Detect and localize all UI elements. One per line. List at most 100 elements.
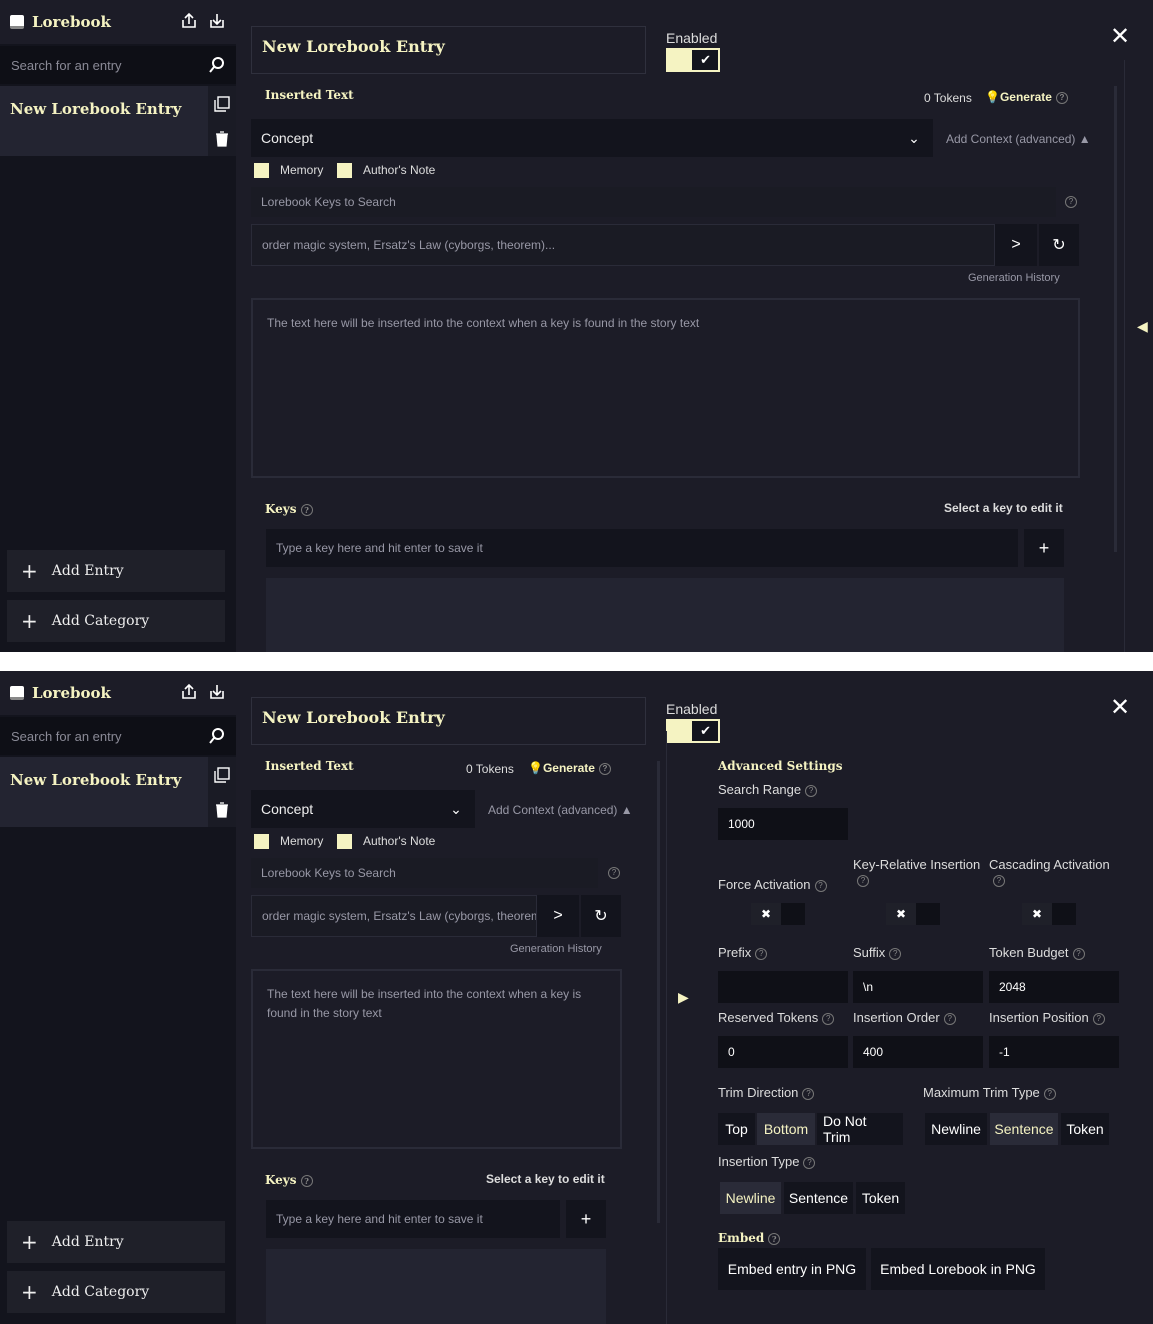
search-placeholder: Search for an entry: [11, 728, 122, 744]
force-activation-toggle[interactable]: ✖: [751, 903, 805, 925]
search-icon[interactable]: [208, 727, 226, 745]
entry-text-area[interactable]: The text here will be inserted into the …: [251, 969, 622, 1149]
token-count: 0 Tokens: [924, 91, 972, 105]
max-trim-token-option[interactable]: Token: [1061, 1113, 1109, 1145]
trim-bottom-option[interactable]: Bottom: [757, 1113, 815, 1145]
help-icon: ?: [993, 874, 1005, 887]
export-icon[interactable]: [180, 683, 198, 701]
key-relative-toggle[interactable]: ✖: [886, 903, 940, 925]
scrollbar[interactable]: [1114, 86, 1117, 552]
add-category-button[interactable]: + Add Category: [7, 600, 225, 642]
refresh-icon[interactable]: ↻: [581, 895, 621, 937]
generate-button[interactable]: 💡Generate?: [985, 90, 1068, 104]
key-input[interactable]: Type a key here and hit enter to save it: [266, 529, 1018, 567]
x-icon: ✖: [1022, 903, 1052, 925]
add-key-button[interactable]: +: [1024, 529, 1064, 567]
max-trim-sentence-option[interactable]: Sentence: [990, 1113, 1058, 1145]
add-entry-label: Add Entry: [51, 1234, 124, 1250]
add-category-label: Add Category: [51, 613, 150, 629]
force-activation-label: Force Activation?: [718, 877, 827, 892]
entry-text-area[interactable]: The text here will be inserted into the …: [251, 298, 1080, 478]
enabled-toggle[interactable]: ✔: [666, 48, 720, 72]
check-icon: ✔: [700, 52, 711, 67]
embed-entry-button[interactable]: Embed entry in PNG: [718, 1248, 866, 1290]
help-icon: ?: [300, 1174, 313, 1187]
send-icon[interactable]: >: [995, 224, 1037, 266]
keys-label-text: Keys: [265, 502, 297, 516]
generate-button[interactable]: 💡Generate?: [528, 761, 611, 775]
keys-prompt-input[interactable]: order magic system, Ersatz's Law (cyborg…: [251, 895, 537, 937]
entry-title-input[interactable]: New Lorebook Entry: [251, 697, 646, 745]
memory-checkbox[interactable]: [254, 834, 269, 849]
embed-text: Embed: [718, 1231, 765, 1245]
token-budget-input[interactable]: 2048: [989, 971, 1119, 1003]
suffix-input[interactable]: \n: [853, 971, 983, 1003]
close-icon[interactable]: ✕: [1110, 693, 1130, 722]
insertion-sentence-option[interactable]: Sentence: [784, 1182, 853, 1214]
enabled-label: Enabled: [666, 701, 718, 717]
prefix-input[interactable]: [718, 971, 848, 1003]
concept-select[interactable]: Concept: [251, 119, 933, 157]
search-range-label: Search Range?: [718, 782, 818, 797]
add-entry-button[interactable]: + Add Entry: [7, 1221, 225, 1263]
expand-panel-icon[interactable]: ◀: [1137, 318, 1148, 335]
key-relative-text: Key-Relative Insertion: [853, 857, 981, 872]
scrollbar[interactable]: [657, 761, 660, 1223]
help-icon: ?: [300, 503, 313, 516]
trim-none-option[interactable]: Do Not Trim: [817, 1113, 903, 1145]
trim-top-option[interactable]: Top: [718, 1113, 755, 1145]
help-icon: ?: [598, 762, 611, 775]
add-entry-button[interactable]: + Add Entry: [7, 550, 225, 592]
add-category-button[interactable]: + Add Category: [7, 1271, 225, 1313]
search-icon[interactable]: [208, 56, 226, 74]
export-icon[interactable]: [180, 12, 198, 30]
suffix-label: Suffix?: [853, 945, 902, 960]
help-icon: ?: [814, 879, 827, 892]
authors-note-checkbox[interactable]: [337, 834, 352, 849]
refresh-icon[interactable]: ↻: [1039, 224, 1079, 266]
lorebook-entry-item[interactable]: New Lorebook Entry: [0, 86, 208, 156]
key-input[interactable]: Type a key here and hit enter to save it: [266, 1200, 560, 1238]
reserved-tokens-input[interactable]: 0: [718, 1036, 848, 1068]
generation-history-link[interactable]: Generation History: [968, 272, 1060, 284]
search-input[interactable]: Search for an entry: [0, 717, 236, 755]
enabled-label: Enabled: [666, 30, 718, 46]
trash-icon[interactable]: [214, 130, 230, 147]
max-trim-newline-option[interactable]: Newline: [925, 1113, 987, 1145]
collapse-panel-icon[interactable]: ▶: [678, 989, 689, 1006]
enabled-toggle[interactable]: ✔: [666, 719, 720, 743]
prefix-label: Prefix?: [718, 945, 768, 960]
keys-list: [266, 1249, 606, 1324]
send-icon[interactable]: >: [537, 895, 579, 937]
reserved-tokens-text: Reserved Tokens: [718, 1010, 819, 1025]
insertion-position-input[interactable]: -1: [989, 1036, 1119, 1068]
generation-history-link[interactable]: Generation History: [510, 943, 602, 955]
chevron-down-icon[interactable]: ⌄: [897, 121, 931, 155]
keys-prompt-input[interactable]: order magic system, Ersatz's Law (cyborg…: [251, 224, 995, 266]
trash-icon[interactable]: [214, 801, 230, 818]
add-context-toggle[interactable]: Add Context (advanced) ▲: [946, 132, 1091, 146]
insertion-newline-option[interactable]: Newline: [720, 1182, 781, 1214]
import-icon[interactable]: [208, 683, 226, 701]
embed-lorebook-button[interactable]: Embed Lorebook in PNG: [871, 1248, 1045, 1290]
import-icon[interactable]: [208, 12, 226, 30]
insertion-order-input[interactable]: 400: [853, 1036, 983, 1068]
memory-checkbox[interactable]: [254, 163, 269, 178]
insertion-order-label: Insertion Order?: [853, 1010, 956, 1025]
chevron-down-icon[interactable]: ⌄: [439, 792, 473, 826]
help-icon: ?: [802, 1087, 815, 1100]
insertion-token-option[interactable]: Token: [856, 1182, 905, 1214]
entry-title-input[interactable]: New Lorebook Entry: [251, 26, 646, 74]
duplicate-icon[interactable]: [214, 766, 230, 783]
lorebook-panel-advanced: Lorebook Search for an entry New Loreboo…: [0, 671, 1153, 1324]
insertion-type-text: Insertion Type: [718, 1154, 800, 1169]
close-icon[interactable]: ✕: [1110, 22, 1130, 51]
search-range-input[interactable]: 1000: [718, 808, 848, 840]
add-context-toggle[interactable]: Add Context (advanced) ▲: [488, 803, 633, 817]
cascading-toggle[interactable]: ✖: [1022, 903, 1076, 925]
lorebook-entry-item[interactable]: New Lorebook Entry: [0, 757, 208, 827]
add-key-button[interactable]: +: [566, 1200, 606, 1238]
authors-note-checkbox[interactable]: [337, 163, 352, 178]
search-input[interactable]: Search for an entry: [0, 46, 236, 84]
duplicate-icon[interactable]: [214, 95, 230, 112]
